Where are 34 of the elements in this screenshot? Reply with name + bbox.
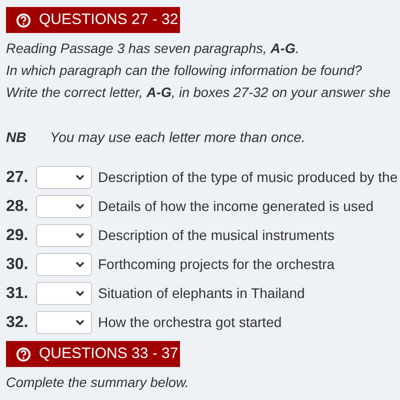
question-text: Description of the type of music produced by the [98,168,398,187]
answer-select[interactable] [36,166,92,189]
help-icon [16,12,31,28]
answer-select[interactable] [36,282,92,305]
question-number: 28. [6,196,30,216]
instruction-text: Complete the summary below. [6,374,189,392]
question-number: 29. [6,226,30,246]
instruction-text: In which paragraph can the following information be found? [6,62,362,80]
question-number: 27. [6,168,30,188]
question-number: 31. [6,284,30,304]
question-text: Description of the musical instruments [98,226,335,245]
chevron-down-icon [75,232,85,239]
answer-select[interactable] [36,224,92,247]
answer-select[interactable] [36,311,92,334]
answer-select[interactable] [36,253,92,276]
chevron-down-icon [75,174,85,181]
question-text: How the orchestra got started [98,313,282,332]
instruction-text: Reading Passage 3 has seven paragraphs, A-G. [6,40,300,58]
answer-select[interactable] [36,195,92,218]
question-number: 32. [6,312,30,332]
section-title: QUESTIONS 27 - 32 [39,10,178,30]
chevron-down-icon [75,290,85,297]
instruction-text: Write the correct letter, A-G, in boxes 27-32 on your answer she [6,84,391,102]
section-title: QUESTIONS 33 - 37 [39,344,178,364]
question-text: Situation of elephants in Thailand [98,284,305,303]
note-label: NB [6,128,28,147]
chevron-down-icon [75,261,85,268]
question-text: Forthcoming projects for the orchestra [98,255,335,274]
question-number: 30. [6,254,30,274]
note-text: You may use each letter more than once. [50,128,306,147]
question-text: Details of how the income generated is used [98,197,374,216]
chevron-down-icon [75,319,85,326]
help-icon [16,346,31,362]
chevron-down-icon [75,203,85,210]
